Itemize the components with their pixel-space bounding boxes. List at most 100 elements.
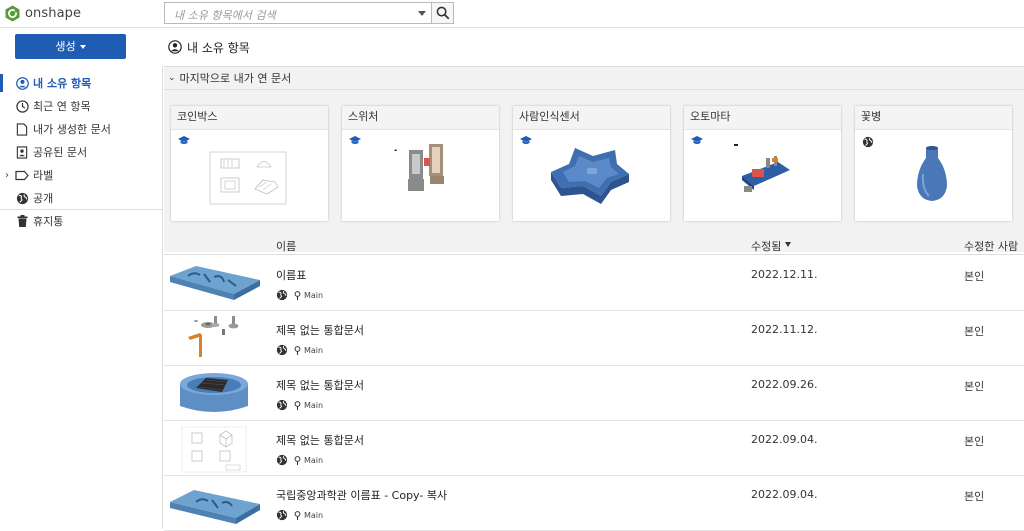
sidebar-item-labels[interactable]: › 라벨	[0, 164, 162, 186]
search-button[interactable]	[431, 2, 454, 24]
sidebar-item-public[interactable]: 공개	[0, 187, 162, 209]
create-button[interactable]: 생성	[15, 34, 126, 59]
row-meta: Main	[276, 344, 323, 356]
top-bar: onshape 내 소유 항목에서 검색	[0, 0, 1024, 28]
document-name[interactable]: 제목 없는 통합문서	[276, 432, 364, 448]
globe-icon	[862, 136, 874, 148]
create-button-label: 생성	[55, 40, 76, 53]
branch-name: Main	[304, 510, 324, 520]
modified-date: 2022.09.04.	[751, 433, 818, 446]
education-cap-icon	[349, 136, 361, 144]
card-title: 사람인식센서	[513, 106, 670, 130]
document-thumbnail	[170, 490, 260, 524]
recent-section-header[interactable]: ⌄ 마지막으로 내가 연 문서	[164, 66, 1024, 90]
recent-card[interactable]: 꽃병	[855, 106, 1012, 221]
sidebar-item-label: 라벨	[33, 169, 54, 182]
globe-icon	[15, 191, 29, 205]
recent-cards: 코인박스 스위처 사람인식센서 오토마타 꽃병	[164, 90, 1024, 252]
recent-heading: 마지막으로 내가 연 문서	[179, 72, 292, 85]
branch-pin-icon	[294, 290, 301, 300]
label-tag-icon	[15, 168, 29, 182]
document-thumbnail	[170, 266, 260, 300]
branch-name: Main	[304, 290, 324, 300]
sidebar-item-label: 휴지통	[33, 215, 64, 228]
table-row[interactable]: 국립중앙과학관 이름표 - Copy- 복사 Main 2022.09.04. …	[164, 476, 1024, 531]
shared-doc-icon	[15, 145, 29, 159]
document-name[interactable]: 이름표	[276, 267, 306, 283]
sidebar-item-trash[interactable]: 휴지통	[0, 210, 162, 232]
card-title: 스위처	[342, 106, 499, 130]
globe-icon	[276, 344, 288, 356]
user-circle-icon	[168, 40, 182, 54]
onshape-logo-icon	[5, 5, 20, 21]
branch-name: Main	[304, 345, 324, 355]
document-thumbnail	[917, 146, 947, 201]
sidebar-item-shared[interactable]: 공유된 문서	[0, 141, 162, 163]
recent-card[interactable]: 오토마타	[684, 106, 841, 221]
modified-by: 본인	[964, 270, 985, 283]
clock-icon	[15, 99, 29, 113]
column-header-modified-label: 수정됨	[751, 240, 782, 253]
column-header-modified-by[interactable]: 수정한 사람	[964, 238, 1018, 254]
table-header: 이름 수정됨 수정한 사람	[164, 234, 1024, 255]
search-dropdown-icon[interactable]	[418, 11, 426, 16]
sidebar-item-label: 최근 연 항목	[33, 100, 91, 113]
recent-card[interactable]: 스위처	[342, 106, 499, 221]
education-cap-icon	[691, 136, 703, 144]
document-thumbnail	[188, 316, 239, 357]
recent-card[interactable]: 사람인식센서	[513, 106, 670, 221]
chevron-right-icon[interactable]: ›	[5, 170, 9, 181]
document-name[interactable]: 제목 없는 통합문서	[276, 377, 364, 393]
search-input[interactable]: 내 소유 항목에서 검색	[164, 2, 432, 24]
globe-icon	[276, 454, 288, 466]
table-row[interactable]: 이름표 Main 2022.12.11. 본인	[164, 256, 1024, 311]
document-thumbnail	[181, 426, 247, 473]
globe-icon	[276, 399, 288, 411]
table-row[interactable]: 제목 없는 통합문서 Main 2022.11.12. 본인	[164, 311, 1024, 366]
document-icon	[15, 122, 29, 136]
modified-date: 2022.09.26.	[751, 378, 818, 391]
sort-down-icon	[785, 242, 792, 247]
document-thumbnail	[734, 144, 790, 192]
document-thumbnail	[180, 373, 248, 412]
globe-icon	[276, 289, 288, 301]
education-cap-icon	[178, 136, 190, 144]
document-thumbnail	[551, 148, 629, 204]
education-cap-icon	[520, 136, 532, 144]
sidebar-item-label: 내 소유 항목	[33, 77, 92, 90]
row-meta: Main	[276, 454, 323, 466]
column-header-name[interactable]: 이름	[276, 238, 296, 254]
main-content: ⌄ 마지막으로 내가 연 문서 코인박스 스위처 사람인식센서 오토마타 꽃병 …	[164, 66, 1024, 531]
sidebar-item-my-items[interactable]: 내 소유 항목	[0, 72, 162, 94]
table-row[interactable]: 제목 없는 통합문서 Main 2022.09.26. 본인	[164, 366, 1024, 421]
document-thumbnail	[209, 151, 287, 205]
sidebar-item-label: 공개	[33, 192, 54, 205]
modified-date: 2022.12.11.	[751, 268, 818, 281]
recent-card[interactable]: 코인박스	[171, 106, 328, 221]
column-header-modified[interactable]: 수정됨	[751, 238, 792, 254]
onshape-logo[interactable]: onshape	[5, 4, 81, 22]
table-row[interactable]: 제목 없는 통합문서 Main 2022.09.04. 본인	[164, 421, 1024, 476]
row-meta: Main	[276, 399, 323, 411]
chevron-down-icon: ⌄	[168, 73, 176, 83]
sidebar-item-recent[interactable]: 최근 연 항목	[0, 95, 162, 117]
modified-by: 본인	[964, 435, 985, 448]
document-thumbnail	[394, 144, 444, 191]
modified-by: 본인	[964, 490, 985, 503]
brand-name: onshape	[25, 5, 82, 21]
modified-by: 본인	[964, 325, 985, 338]
card-title: 오토마타	[684, 106, 841, 130]
chevron-down-icon	[79, 45, 86, 49]
branch-pin-icon	[294, 345, 301, 355]
user-circle-icon	[15, 76, 29, 90]
page-title-text: 내 소유 항목	[187, 40, 250, 55]
branch-name: Main	[304, 455, 324, 465]
search-placeholder: 내 소유 항목에서 검색	[174, 9, 276, 22]
document-name[interactable]: 제목 없는 통합문서	[276, 322, 364, 338]
document-name[interactable]: 국립중앙과학관 이름표 - Copy- 복사	[276, 487, 447, 503]
branch-pin-icon	[294, 455, 301, 465]
trash-icon	[15, 214, 29, 228]
sidebar-item-created-by-me[interactable]: 내가 생성한 문서	[0, 118, 162, 140]
modified-date: 2022.09.04.	[751, 488, 818, 501]
row-meta: Main	[276, 509, 323, 521]
